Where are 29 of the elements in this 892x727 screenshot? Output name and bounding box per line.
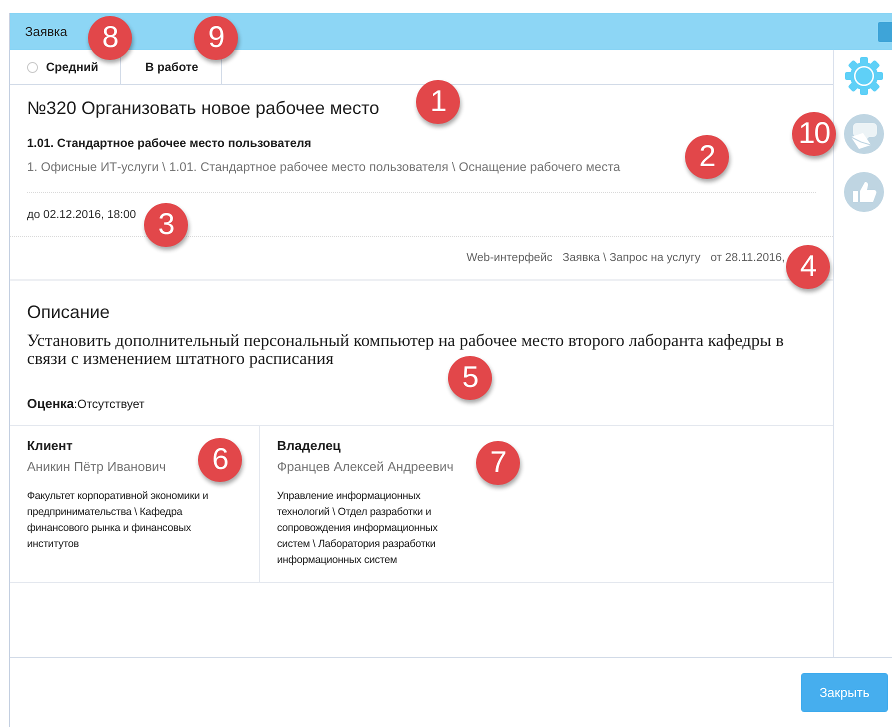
party-role: Клиент	[27, 438, 74, 453]
window-title: Заявка	[25, 24, 68, 39]
number-badge: 6	[198, 438, 242, 482]
number-badge: 5	[448, 356, 492, 400]
number-badge: 4	[786, 245, 830, 289]
department-path: Управление информационных технологий \ Отдел разработки и сопровождения информационных систем \ Лаборатория разработки информационных систем	[277, 489, 439, 568]
thumbs-up-icon[interactable]	[843, 171, 885, 213]
request-title: №320 Организовать новое рабочее место	[27, 98, 380, 118]
number-badge: 1	[416, 80, 460, 124]
person-name: Аникин Пётр Иванович	[27, 459, 167, 474]
meta-info: Web-интерфейс	[466, 252, 553, 264]
tab-label[interactable]: Средний	[46, 60, 98, 74]
tab-label[interactable]: В работе	[145, 60, 198, 74]
party-role: Владелец	[277, 438, 342, 453]
mail-chat-icon[interactable]	[843, 113, 885, 155]
rating-text: Оценка:Отсутствует	[27, 396, 146, 411]
deadline-text: до 02.12.2016, 18:00	[27, 208, 136, 220]
number-badge: 7	[476, 441, 520, 485]
service-name: 1.01. Стандартное рабочее место пользователя	[27, 136, 312, 150]
gear-icon[interactable]	[843, 55, 885, 97]
number-badge: 10	[792, 112, 836, 156]
radio-button[interactable]	[27, 62, 38, 72]
close-button[interactable]	[878, 22, 892, 42]
meta-info: от 28.11.2016,	[710, 252, 785, 264]
section-heading: Описание	[27, 302, 111, 323]
department-path: Факультет корпоративной экономики и предпринимательства \ Кафедра финансового рынка и финансовых институтов	[27, 489, 209, 552]
person-name: Францев Алексей Андреевич	[277, 459, 455, 474]
number-badge: 3	[144, 203, 188, 247]
meta-info: Заявка \ Запрос на услугу	[562, 252, 700, 264]
